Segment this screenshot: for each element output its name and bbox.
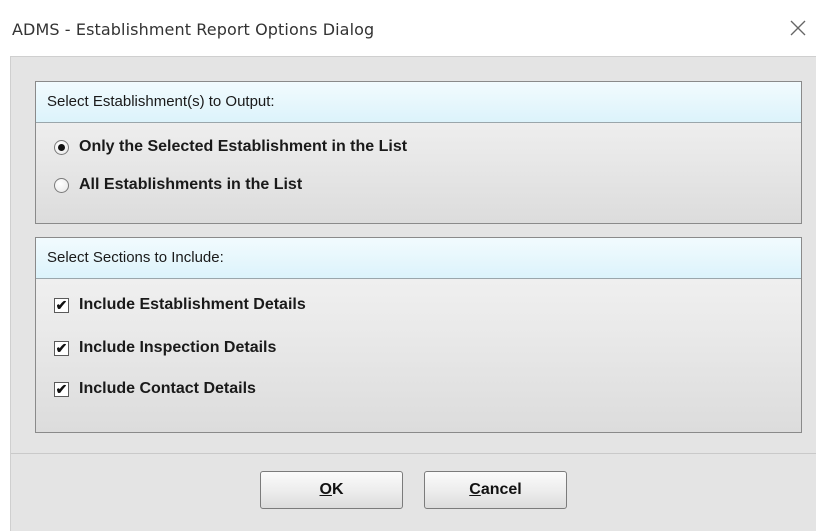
cancel-mnemonic: C <box>469 481 481 498</box>
radio-selected-establishment[interactable]: Only the Selected Establishment in the L… <box>54 134 407 160</box>
title-bar: ADMS - Establishment Report Options Dial… <box>0 0 816 56</box>
radio-button-checked[interactable] <box>54 139 69 155</box>
checkbox-inspection-details[interactable]: ✔ Include Inspection Details <box>54 335 276 361</box>
checkbox-label: Include Contact Details <box>79 380 256 397</box>
window-title: ADMS - Establishment Report Options Dial… <box>12 20 375 39</box>
sections-group-header: Select Sections to Include: <box>36 238 801 279</box>
checkbox-label: Include Establishment Details <box>79 296 306 313</box>
cancel-button[interactable]: Cancel <box>424 471 567 509</box>
radio-button-unchecked[interactable] <box>54 177 69 193</box>
close-icon[interactable] <box>786 16 810 40</box>
radio-all-establishments[interactable]: All Establishments in the List <box>54 172 302 198</box>
checkbox-label: Include Inspection Details <box>79 339 277 356</box>
ok-mnemonic: O <box>319 481 332 498</box>
radio-label: Only the Selected Establishment in the L… <box>79 138 408 155</box>
checkbox-contact-details[interactable]: ✔ Include Contact Details <box>54 376 256 402</box>
checkbox-establishment-details[interactable]: ✔ Include Establishment Details <box>54 292 306 318</box>
footer-divider <box>11 453 816 454</box>
checkbox-checked[interactable]: ✔ <box>54 381 69 397</box>
checkbox-checked[interactable]: ✔ <box>54 297 69 313</box>
ok-button[interactable]: OK <box>260 471 403 509</box>
cancel-label: ancel <box>480 481 522 498</box>
establishment-group-header: Select Establishment(s) to Output: <box>36 82 801 123</box>
sections-include-group: Select Sections to Include: ✔ Include Es… <box>35 237 802 433</box>
report-options-dialog: ADMS - Establishment Report Options Dial… <box>0 0 816 531</box>
radio-label: All Establishments in the List <box>79 176 303 193</box>
dialog-body: Select Establishment(s) to Output: Only … <box>10 56 816 531</box>
checkbox-checked[interactable]: ✔ <box>54 340 69 356</box>
establishment-output-group: Select Establishment(s) to Output: Only … <box>35 81 802 224</box>
ok-label: K <box>331 481 344 498</box>
